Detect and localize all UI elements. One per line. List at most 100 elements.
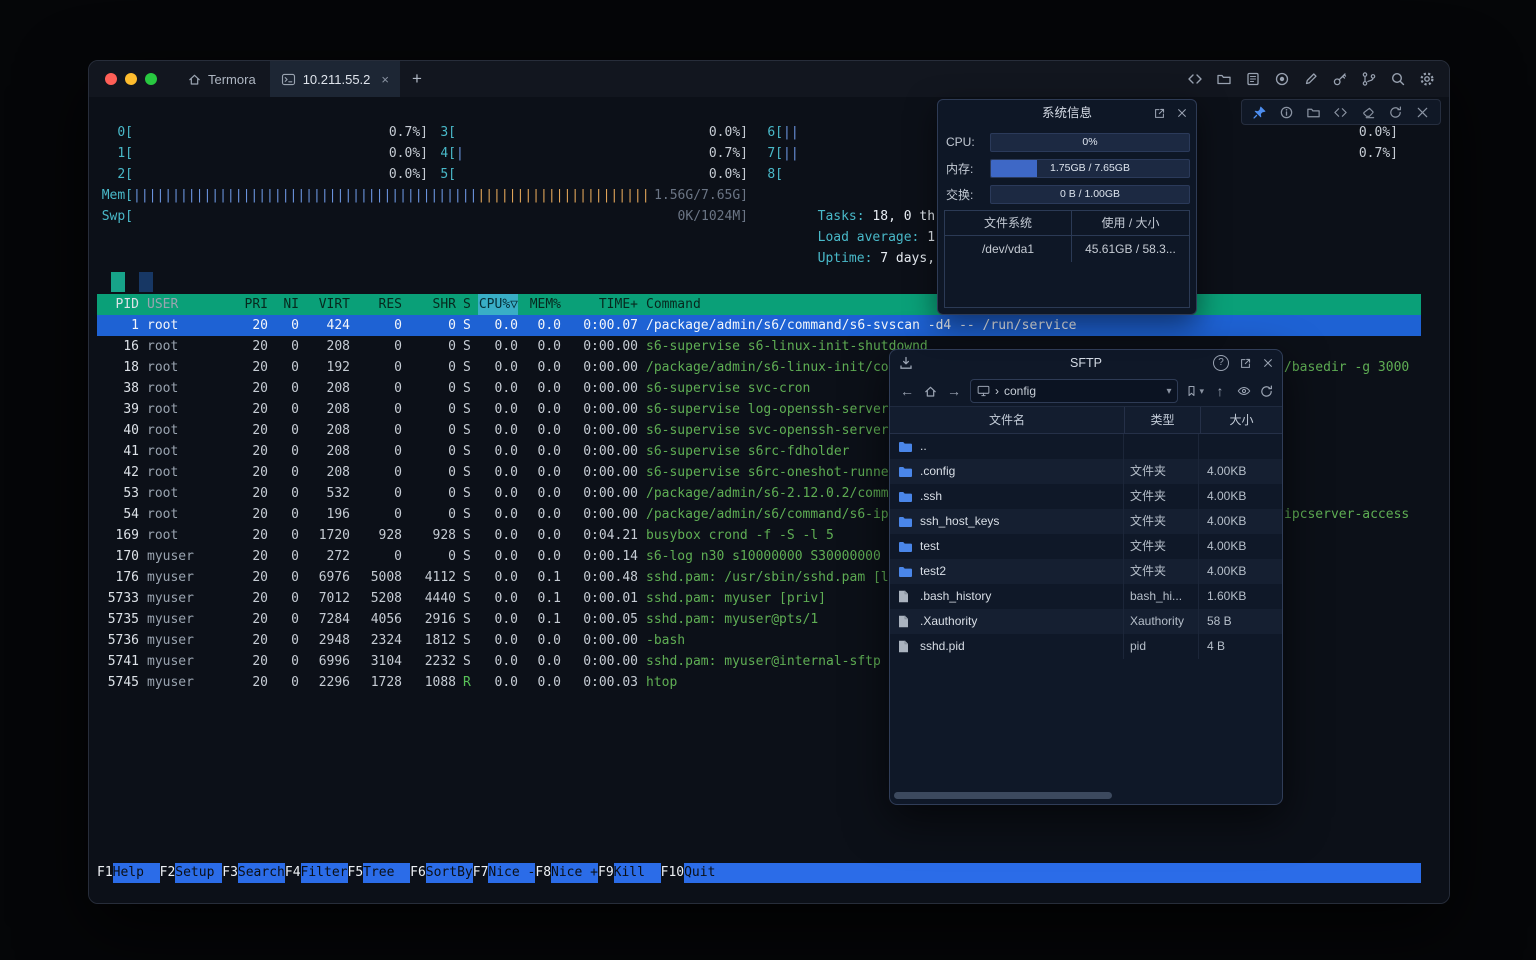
edit-icon[interactable] — [1303, 71, 1319, 87]
header-command[interactable]: Command — [646, 294, 701, 315]
process-row[interactable]: 1 root 20 0 424 0 0 S 0.0 0.0 0:00.07 /p… — [97, 315, 1421, 336]
horizontal-scrollbar[interactable] — [894, 792, 1112, 799]
header-time[interactable]: TIME+ — [562, 294, 638, 315]
code-icon[interactable] — [1187, 71, 1203, 87]
filesystem-row[interactable]: /dev/vda1 45.61GB / 58.3... — [945, 236, 1189, 262]
column-filename[interactable]: 文件名 — [890, 407, 1125, 433]
column-type[interactable]: 类型 — [1125, 407, 1201, 433]
header-mem[interactable]: MEM% — [521, 294, 561, 315]
header-shr[interactable]: SHR — [404, 294, 456, 315]
close-icon[interactable] — [1415, 105, 1430, 120]
new-tab-button[interactable]: + — [400, 69, 434, 89]
header-user[interactable]: USER — [147, 294, 227, 315]
code-icon[interactable] — [1333, 105, 1348, 120]
open-in-window-icon[interactable] — [1239, 357, 1252, 370]
meter-label: 5[ — [424, 164, 456, 185]
function-key[interactable]: F1Help — [97, 863, 160, 883]
refresh-icon[interactable] — [1259, 384, 1274, 399]
process-mem: 0.0 — [521, 441, 561, 462]
file-row[interactable]: .. — [890, 434, 1282, 459]
htop-view-tab[interactable] — [139, 272, 153, 292]
function-key[interactable]: F2Setup — [160, 863, 223, 883]
tab-session[interactable]: 10.211.55.2 × — [270, 61, 400, 97]
function-key[interactable]: F8Nice + — [535, 863, 598, 883]
close-icon[interactable] — [1262, 357, 1274, 369]
file-type-icon — [898, 490, 913, 504]
function-key[interactable]: F4Filter — [285, 863, 348, 883]
settings-icon[interactable] — [1419, 71, 1435, 87]
close-icon[interactable] — [1176, 107, 1188, 119]
header-pri[interactable]: PRI — [228, 294, 268, 315]
process-virt: 192 — [302, 357, 350, 378]
bookmark-button[interactable]: ▾ — [1185, 384, 1204, 398]
zoom-window-button[interactable] — [145, 73, 157, 85]
download-icon[interactable] — [898, 355, 914, 371]
chevron-down-icon[interactable]: ▾ — [1166, 386, 1171, 397]
file-row[interactable]: .ssh 文件夹 4.00KB — [890, 484, 1282, 509]
refresh-icon[interactable] — [1388, 105, 1403, 120]
minimize-window-button[interactable] — [125, 73, 137, 85]
process-time: 0:00.00 — [562, 378, 638, 399]
column-size[interactable]: 大小 — [1201, 407, 1282, 433]
eye-icon[interactable] — [1236, 384, 1252, 398]
file-list: .. .config 文件夹 4.00KB — [890, 434, 1282, 659]
folder-icon[interactable] — [1216, 71, 1232, 87]
fs-usage: 45.61GB / 58.3... — [1072, 236, 1189, 262]
pin-icon[interactable] — [1252, 105, 1267, 120]
eraser-icon[interactable] — [1361, 105, 1376, 120]
forward-icon[interactable]: → — [945, 383, 963, 399]
file-row[interactable]: ssh_host_keys 文件夹 4.00KB — [890, 509, 1282, 534]
meter-label: 7[ — [751, 143, 783, 164]
process-shr: 0 — [404, 357, 456, 378]
file-row[interactable]: .Xauthority Xauthority 58 B — [890, 609, 1282, 634]
function-key[interactable]: F9Kill — [598, 863, 661, 883]
tab-home[interactable]: Termora — [173, 61, 270, 97]
htop-view-tab[interactable] — [111, 272, 125, 292]
header-state[interactable]: S — [463, 294, 477, 315]
sftp-titlebar[interactable]: SFTP ? — [890, 350, 1282, 376]
folder-icon[interactable] — [1306, 105, 1321, 120]
function-key-name: F1 — [97, 863, 113, 883]
function-key[interactable]: F6SortBy — [410, 863, 473, 883]
process-pid: 5745 — [97, 672, 139, 693]
back-icon[interactable]: ← — [898, 383, 916, 399]
file-size: 4.00KB — [1199, 534, 1282, 559]
open-in-window-icon[interactable] — [1153, 107, 1166, 120]
function-key[interactable]: F5Tree — [348, 863, 411, 883]
function-key[interactable]: F3Search — [222, 863, 285, 883]
close-tab-icon[interactable]: × — [381, 72, 389, 87]
path-breadcrumb[interactable]: › config ▾ — [970, 379, 1178, 403]
file-row[interactable]: .bash_history bash_hi... 1.60KB — [890, 584, 1282, 609]
header-res[interactable]: RES — [352, 294, 402, 315]
breadcrumb-segment[interactable]: config — [1004, 384, 1036, 398]
file-row[interactable]: test 文件夹 4.00KB — [890, 534, 1282, 559]
function-key-action: Quit — [684, 863, 731, 883]
header-pid[interactable]: PID — [97, 294, 139, 315]
file-row[interactable]: test2 文件夹 4.00KB — [890, 559, 1282, 584]
process-virt: 532 — [302, 483, 350, 504]
process-pri: 20 — [228, 336, 268, 357]
file-type-icon — [898, 465, 913, 479]
header-virt[interactable]: VIRT — [302, 294, 350, 315]
file-row[interactable]: sshd.pid pid 4 B — [890, 634, 1282, 659]
meter-bars — [133, 122, 389, 143]
upload-icon[interactable]: ↑ — [1211, 383, 1229, 399]
info-icon[interactable] — [1279, 105, 1294, 120]
search-icon[interactable] — [1390, 71, 1406, 87]
branch-icon[interactable] — [1361, 71, 1377, 87]
log-icon[interactable] — [1245, 71, 1261, 87]
header-cpu-sort[interactable]: CPU%▽ — [478, 294, 518, 315]
process-pid: 40 — [97, 420, 139, 441]
record-icon[interactable] — [1274, 71, 1290, 87]
file-row[interactable]: .config 文件夹 4.00KB — [890, 459, 1282, 484]
help-icon[interactable]: ? — [1213, 355, 1229, 371]
function-key[interactable]: F10Quit — [661, 863, 731, 883]
home-icon[interactable] — [923, 384, 938, 399]
header-ni[interactable]: NI — [271, 294, 299, 315]
meter-percent: 0.7%] — [709, 143, 748, 164]
process-cpu: 0.0 — [478, 525, 518, 546]
function-key[interactable]: F7Nice - — [473, 863, 536, 883]
system-meter-row: CPU: 0% — [946, 129, 1190, 155]
key-icon[interactable] — [1332, 71, 1348, 87]
close-window-button[interactable] — [105, 73, 117, 85]
